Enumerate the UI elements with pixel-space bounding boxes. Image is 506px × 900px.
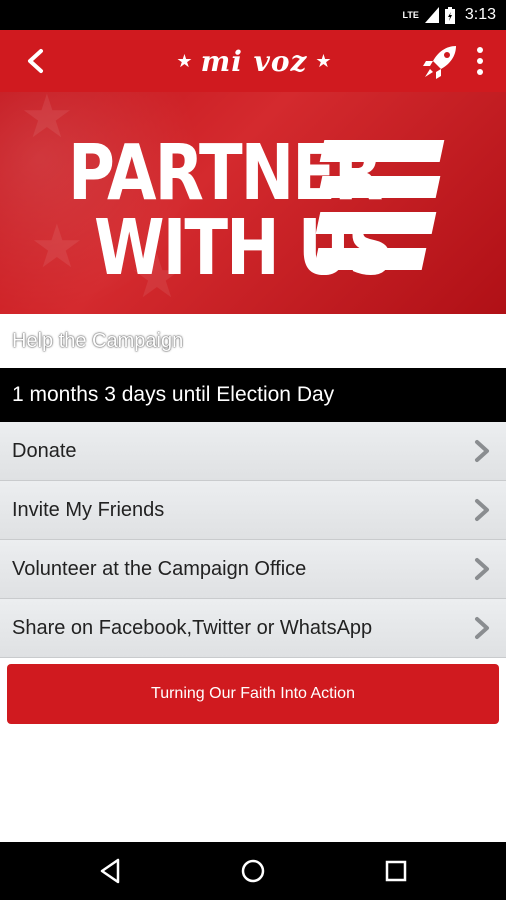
logo-star-left: ★ [176, 50, 193, 71]
chevron-right-icon [475, 440, 489, 462]
chevron-right-icon [475, 499, 489, 521]
rocket-button[interactable] [420, 42, 460, 82]
menu-item-label: Share on Facebook,Twitter or WhatsApp [12, 616, 373, 639]
banner-stripe [317, 176, 441, 198]
overflow-menu-button[interactable] [470, 44, 490, 78]
faith-action-button[interactable]: Turning Our Faith Into Action [7, 664, 499, 724]
menu-item-volunteer[interactable]: Volunteer at the Campaign Office [0, 540, 506, 599]
system-nav-bar [0, 842, 506, 900]
clock: 3:13 [464, 6, 496, 23]
banner-stripe [313, 248, 427, 270]
recents-square-icon[interactable] [381, 856, 411, 886]
back-triangle-icon[interactable] [96, 856, 126, 886]
menu-item-label: Invite My Friends [12, 498, 165, 521]
logo-text: mi voz [200, 44, 308, 78]
section-title: Help the Campaign [0, 314, 506, 368]
dot-icon [477, 47, 483, 53]
status-bar: LTE 3:13 [0, 0, 506, 30]
dot-icon [477, 69, 483, 75]
banner-stripe [315, 212, 437, 234]
partner-banner: ★ ★ ★ PARTNER WITH US [0, 92, 506, 314]
app-logo: ★ mi voz ★ [170, 42, 338, 80]
menu-item-label: Donate [12, 439, 77, 462]
rocket-icon [423, 46, 456, 79]
menu-item-invite-friends[interactable]: Invite My Friends [0, 481, 506, 540]
battery-icon [444, 6, 455, 24]
network-type: LTE [402, 10, 419, 20]
election-countdown: 1 months 3 days until Election Day [0, 368, 506, 422]
menu-item-label: Volunteer at the Campaign Office [12, 557, 307, 580]
chevron-left-icon [28, 49, 43, 73]
home-circle-icon[interactable] [238, 856, 268, 886]
chevron-right-icon [475, 617, 489, 639]
logo-star-right: ★ [315, 50, 332, 71]
app-bar: ★ mi voz ★ [0, 30, 506, 92]
signal-icon [424, 7, 439, 23]
campaign-menu-list: Donate Invite My Friends Volunteer at th… [0, 422, 506, 658]
chevron-right-icon [475, 558, 489, 580]
dot-icon [477, 58, 483, 64]
menu-item-donate[interactable]: Donate [0, 422, 506, 481]
menu-item-share[interactable]: Share on Facebook,Twitter or WhatsApp [0, 599, 506, 658]
banner-stripe [319, 140, 445, 162]
back-button[interactable] [18, 44, 52, 78]
banner-star-decoration: ★ [20, 92, 74, 150]
